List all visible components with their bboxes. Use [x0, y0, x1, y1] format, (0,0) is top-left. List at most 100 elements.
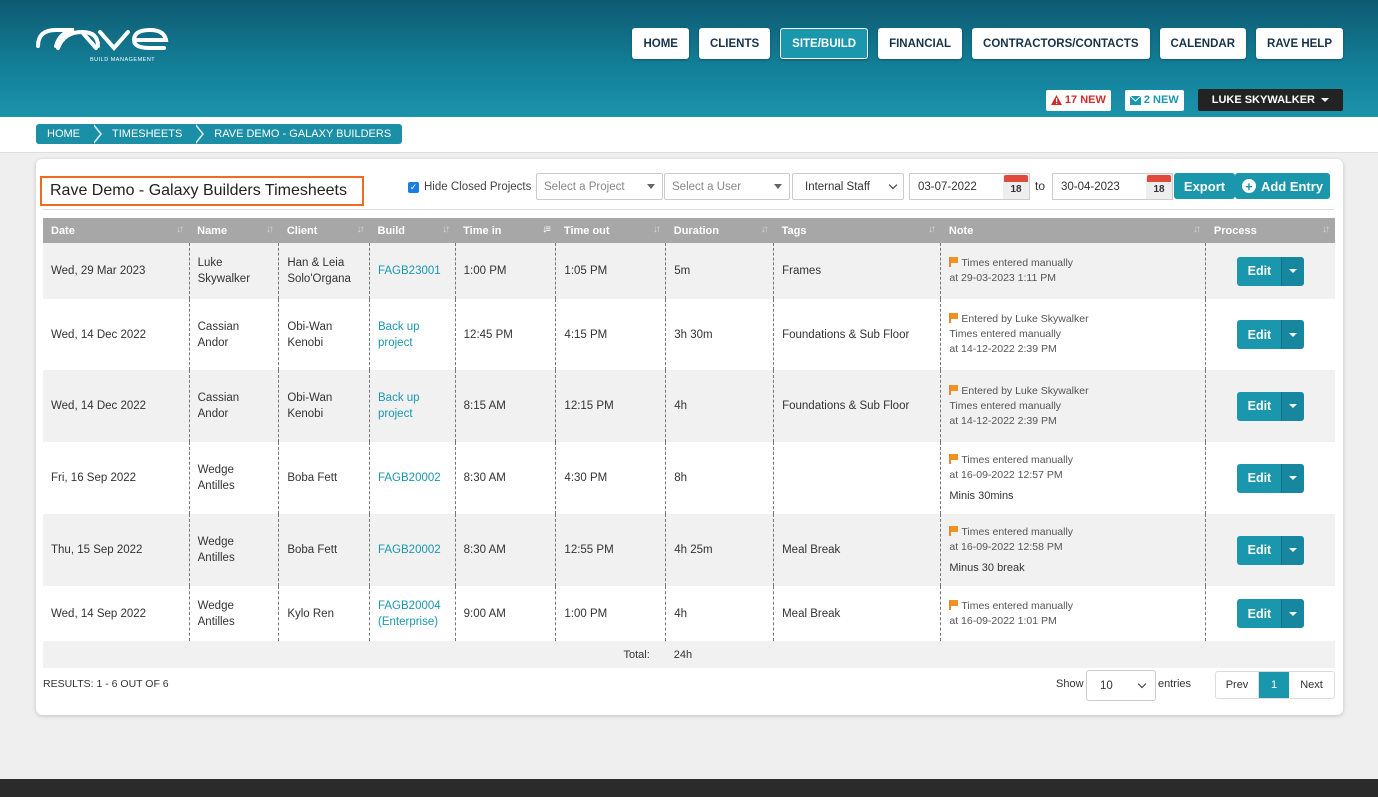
results-summary: RESULTS: 1 - 6 OUT OF 6 — [43, 678, 169, 690]
next-page-button[interactable]: Next — [1289, 672, 1334, 698]
breadcrumb: HOME TIMESHEETS RAVE DEMO - GALAXY BUILD… — [36, 124, 403, 144]
edit-dropdown-toggle[interactable] — [1281, 320, 1305, 349]
flag-icon — [949, 453, 959, 464]
nav-rave-help[interactable]: RAVE HELP — [1256, 28, 1343, 59]
calendar-icon[interactable]: 18 — [1003, 174, 1029, 199]
sort-icon: ↓↑ — [760, 224, 769, 235]
table-row: Thu, 15 Sep 2022 Wedge Antilles Boba Fet… — [43, 514, 1335, 586]
edit-button[interactable]: Edit — [1237, 320, 1282, 349]
col-client[interactable]: Client ↓↑ — [278, 218, 370, 243]
edit-button-group: Edit — [1237, 463, 1305, 493]
main-nav: HOME CLIENTS SITE/BUILD FINANCIAL CONTRA… — [632, 28, 1343, 59]
col-build[interactable]: Build ↓↑ — [369, 218, 456, 243]
edit-button[interactable]: Edit — [1237, 256, 1282, 286]
nav-calendar[interactable]: CALENDAR — [1159, 28, 1247, 59]
timesheets-table: Date ↓↑ Name ↓↑ Client ↓↑ Build ↓↑ Time in ↓≡… — [43, 218, 1335, 668]
flag-icon — [949, 313, 959, 323]
col-duration[interactable]: Duration ↓↑ — [665, 218, 774, 243]
rave-logo[interactable]: BUILD MANAGEMENT — [34, 24, 170, 66]
caret-down-icon — [1289, 269, 1298, 273]
user-name: LUKE SKYWALKER — [1211, 94, 1315, 106]
sort-icon: ↓↑ — [1322, 224, 1330, 235]
flag-icon — [949, 384, 959, 395]
date-to-value: 30-04-2023 — [1061, 180, 1120, 193]
caret-down-icon — [1289, 332, 1298, 337]
edit-button[interactable]: Edit — [1237, 391, 1282, 421]
nav-financial[interactable]: FINANCIAL — [878, 28, 963, 59]
date-to-input[interactable]: 30-04-2023 18 — [1052, 173, 1173, 200]
edit-dropdown-toggle[interactable] — [1281, 463, 1305, 493]
col-date[interactable]: Date ↓↑ — [43, 218, 190, 243]
add-entry-button[interactable]: + Add Entry — [1235, 173, 1330, 199]
user-select[interactable]: Select a User — [664, 173, 790, 200]
table-row: Wed, 14 Dec 2022 Cassian Andor Obi-Wan K… — [43, 299, 1335, 370]
staff-type-select[interactable]: Internal Staff — [792, 173, 904, 200]
top-header: BUILD MANAGEMENT HOME CLIENTS SITE/BUILD… — [0, 0, 1378, 117]
edit-button[interactable]: Edit — [1237, 463, 1282, 493]
project-select[interactable]: Select a Project — [536, 173, 663, 200]
calendar-icon[interactable]: 18 — [1146, 174, 1172, 199]
edit-button-group: Edit — [1237, 256, 1305, 286]
build-link[interactable]: FAGB20004 (Enterprise) — [369, 586, 456, 641]
edit-button-group: Edit — [1237, 391, 1305, 421]
nav-contractors-contacts[interactable]: CONTRACTORS/CONTACTS — [972, 28, 1150, 59]
col-tags[interactable]: Tags ↓↑ — [773, 218, 941, 243]
edit-dropdown-toggle[interactable] — [1281, 599, 1305, 628]
total-label: Total: — [43, 641, 666, 668]
edit-dropdown-toggle[interactable] — [1281, 535, 1305, 565]
edit-button[interactable]: Edit — [1237, 535, 1282, 565]
build-link[interactable]: FAGB20002 — [369, 514, 456, 586]
nav-clients[interactable]: CLIENTS — [698, 28, 771, 59]
sort-desc-icon: ↓≡ — [542, 224, 551, 235]
date-from-input[interactable]: 03-07-2022 18 — [909, 173, 1030, 200]
note-cell: Times entered manually at 16-09-2022 12:… — [940, 442, 1206, 514]
table-row: Fri, 16 Sep 2022 Wedge Antilles Boba Fet… — [43, 442, 1335, 514]
col-time-out[interactable]: Time out ↓↑ — [555, 218, 666, 243]
checkbox-checked-icon[interactable]: ✓ — [408, 181, 419, 193]
col-name[interactable]: Name ↓↑ — [189, 218, 279, 243]
messages-badge[interactable]: 2 NEW — [1124, 89, 1184, 111]
user-menu-button[interactable]: LUKE SKYWALKER — [1197, 89, 1343, 111]
hide-closed-toggle[interactable]: ✓ Hide Closed Projects — [408, 181, 531, 193]
breadcrumb-timesheets[interactable]: TIMESHEETS — [92, 124, 205, 144]
build-link[interactable]: Back up project — [369, 299, 456, 370]
breadcrumb-home[interactable]: HOME — [36, 124, 102, 144]
page-title: Rave Demo - Galaxy Builders Timesheets — [40, 176, 364, 206]
sort-icon: ↓↑ — [442, 224, 450, 235]
note-cell: Times entered manually at 29-03-2023 1:1… — [940, 243, 1206, 299]
sort-icon: ↓↑ — [176, 224, 184, 235]
build-link[interactable]: FAGB20002 — [369, 442, 456, 514]
page-1-button[interactable]: 1 — [1259, 672, 1289, 698]
date-from-value: 03-07-2022 — [918, 180, 977, 193]
nav-site-build[interactable]: SITE/BUILD — [780, 28, 869, 59]
edit-dropdown-toggle[interactable] — [1281, 391, 1305, 421]
caret-down-icon — [647, 184, 655, 189]
svg-text:BUILD MANAGEMENT: BUILD MANAGEMENT — [90, 57, 155, 63]
build-link[interactable]: Back up project — [369, 370, 456, 442]
flag-icon — [949, 599, 959, 610]
export-button[interactable]: Export — [1174, 173, 1235, 199]
sort-icon: ↓↑ — [652, 224, 661, 235]
user-select-placeholder: Select a User — [672, 180, 742, 193]
prev-page-button[interactable]: Prev — [1216, 672, 1259, 698]
edit-button[interactable]: Edit — [1237, 599, 1282, 628]
breadcrumb-current: RAVE DEMO - GALAXY BUILDERS — [194, 124, 403, 144]
caret-down-icon — [1289, 404, 1298, 408]
pagination: Prev 1 Next — [1215, 671, 1335, 699]
table-header: Date ↓↑ Name ↓↑ Client ↓↑ Build ↓↑ Time in ↓≡… — [43, 218, 1335, 243]
col-note[interactable]: Note ↓↑ — [940, 218, 1206, 243]
date-range-to-label: to — [1035, 179, 1046, 193]
note-cell: Times entered manually at 16-09-2022 12:… — [940, 514, 1206, 586]
envelope-icon — [1129, 95, 1141, 105]
caret-down-icon — [774, 184, 782, 189]
warnings-badge[interactable]: 17 NEW — [1045, 89, 1111, 111]
nav-home[interactable]: HOME — [632, 28, 689, 59]
edit-button-group: Edit — [1237, 599, 1305, 628]
note-cell: Entered by Luke Skywalker Times entered … — [940, 299, 1206, 370]
col-process[interactable]: Process ↓↑ — [1205, 218, 1335, 243]
edit-dropdown-toggle[interactable] — [1281, 256, 1305, 286]
page-size-select[interactable]: 10 — [1086, 670, 1156, 701]
col-time-in[interactable]: Time in ↓≡ — [455, 218, 556, 243]
sort-icon: ↓↑ — [927, 224, 936, 235]
build-link[interactable]: FAGB23001 — [369, 243, 456, 299]
